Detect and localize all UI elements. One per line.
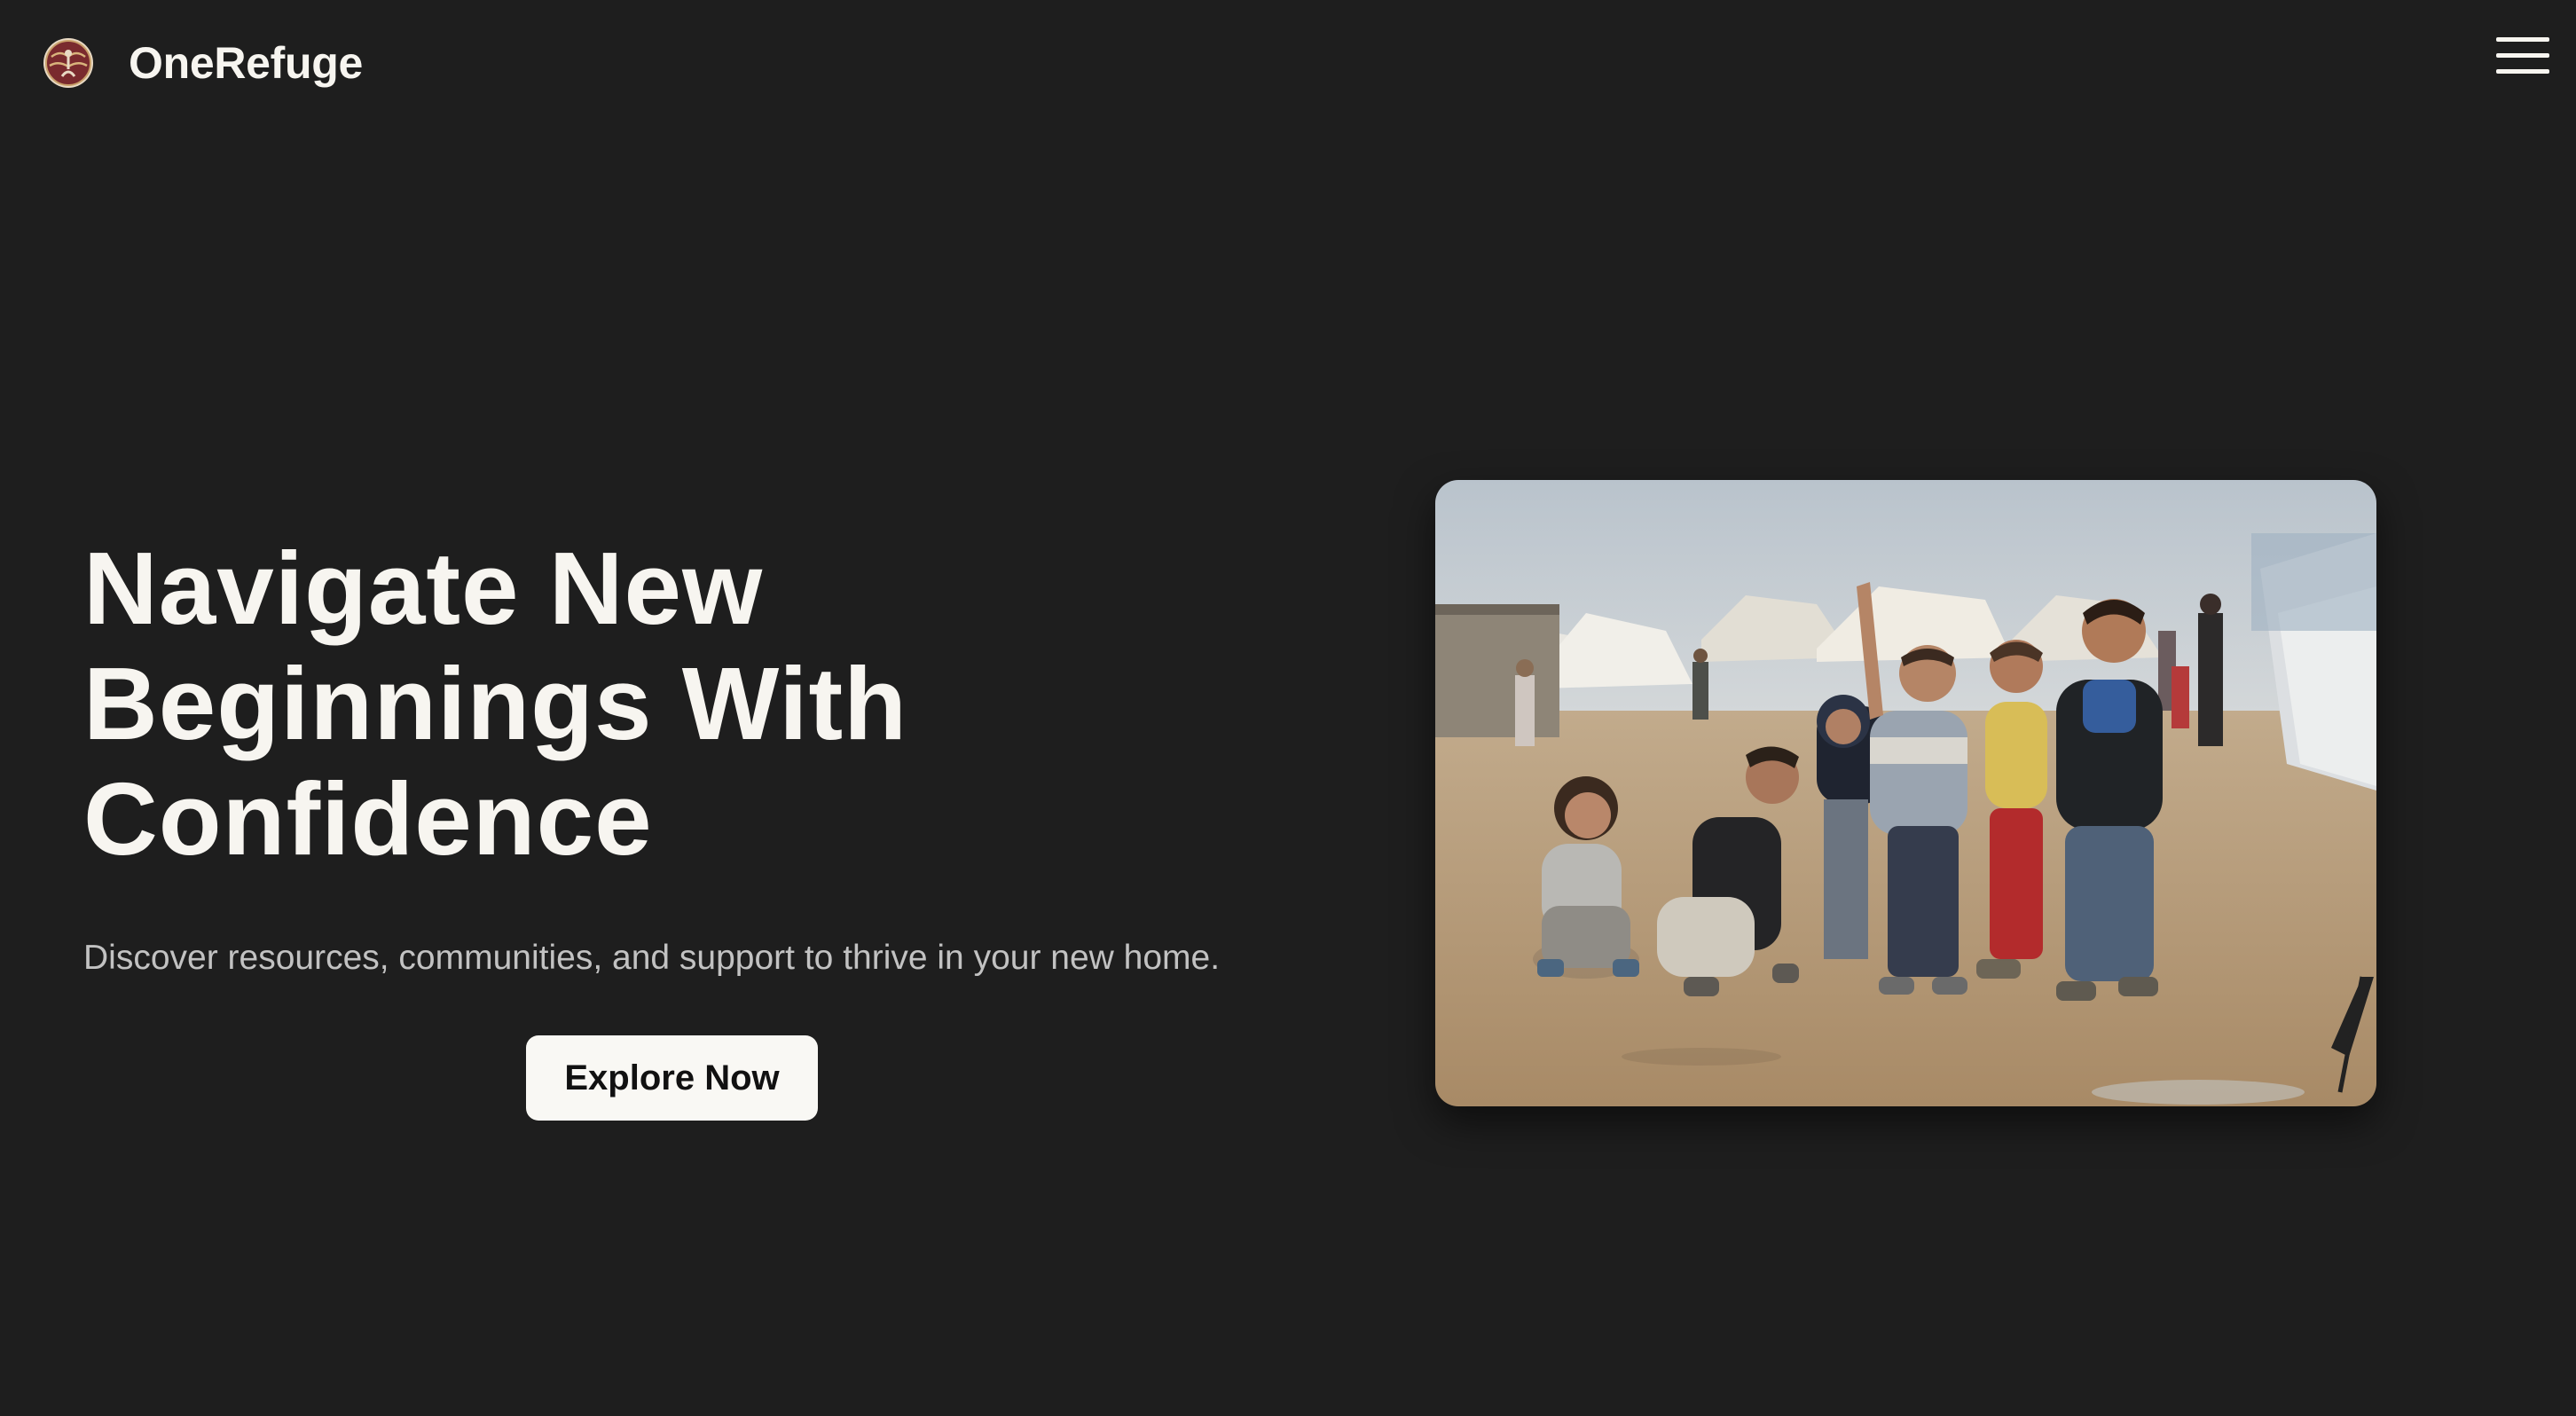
landing-page: OneRefuge Navigate New Beginnings With C… — [0, 0, 2576, 1416]
menu-bar-bottom — [2496, 69, 2549, 74]
brand-name[interactable]: OneRefuge — [129, 34, 363, 92]
hamburger-menu-icon[interactable] — [2494, 34, 2551, 80]
explore-now-button[interactable]: Explore Now — [526, 1035, 818, 1121]
hero-subtitle: Discover resources, communities, and sup… — [83, 939, 1221, 977]
hero-title: Navigate New Beginnings With Confidence — [83, 531, 907, 877]
menu-bar-middle — [2496, 53, 2549, 58]
hero-image — [1435, 480, 2376, 1106]
menu-bar-top — [2496, 37, 2549, 42]
globe-hands-logo-icon[interactable] — [43, 37, 94, 89]
